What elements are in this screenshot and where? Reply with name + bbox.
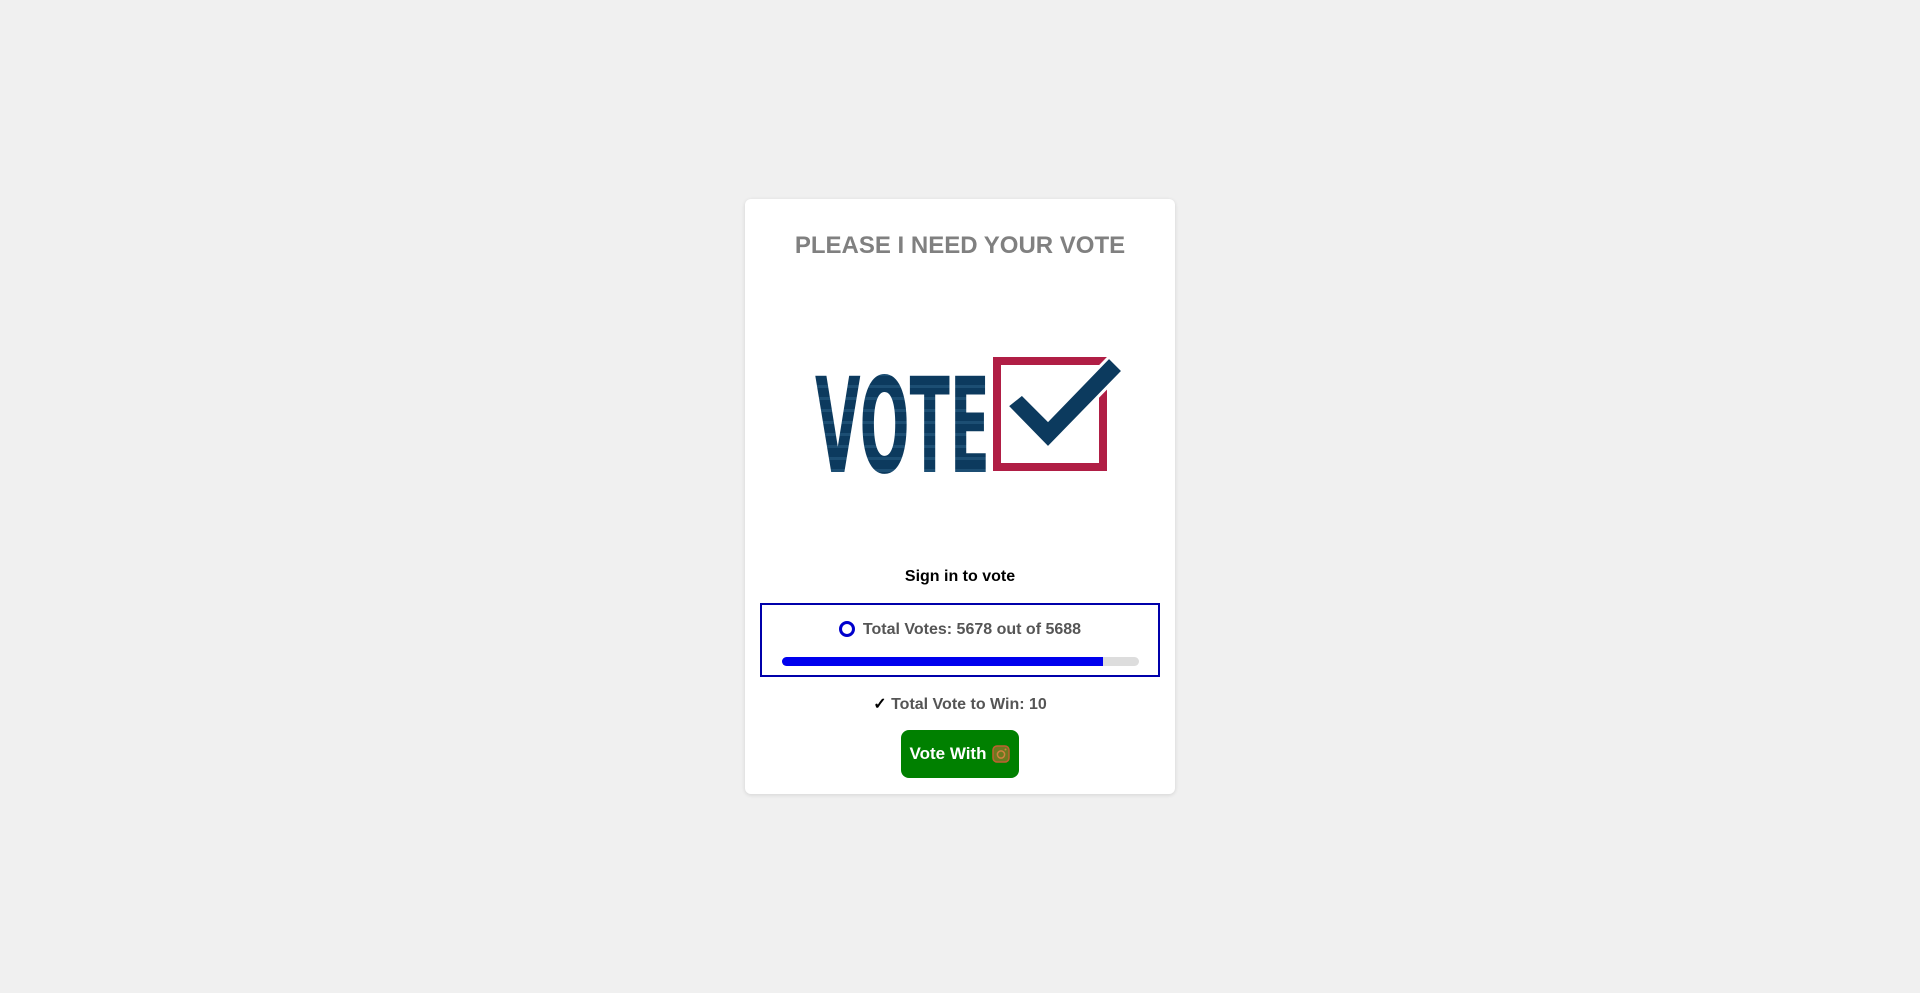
votes-progress-bar [782,657,1139,666]
vote-card: PLEASE I NEED YOUR VOTE VOTE Sign in to … [745,199,1175,794]
votes-panel: Total Votes: 5678 out of 5688 [760,603,1160,677]
vote-logo: VOTE [815,354,1126,474]
sign-in-label: Sign in to vote [904,568,1016,585]
vote-to-win-label: Total Vote to Win: 10 [891,696,1047,713]
vote-to-win-line: ✓ Total Vote to Win: 10 [745,694,1175,714]
vote-with-button[interactable]: Vote With [901,730,1019,778]
ballot-checkbox-icon [993,354,1126,471]
total-votes-label: Total Votes: 5678 out of 5688 [862,621,1082,638]
votes-progress-fill [782,657,1104,666]
vote-logo-text: VOTE [815,354,990,474]
votes-line: Total Votes: 5678 out of 5688 [762,621,1158,639]
vote-with-label: Vote With [909,744,987,763]
instagram-icon [992,745,1011,763]
check-icon: ✓ [873,696,887,713]
page-title: PLEASE I NEED YOUR VOTE [794,232,1126,259]
radio-icon [838,621,855,637]
